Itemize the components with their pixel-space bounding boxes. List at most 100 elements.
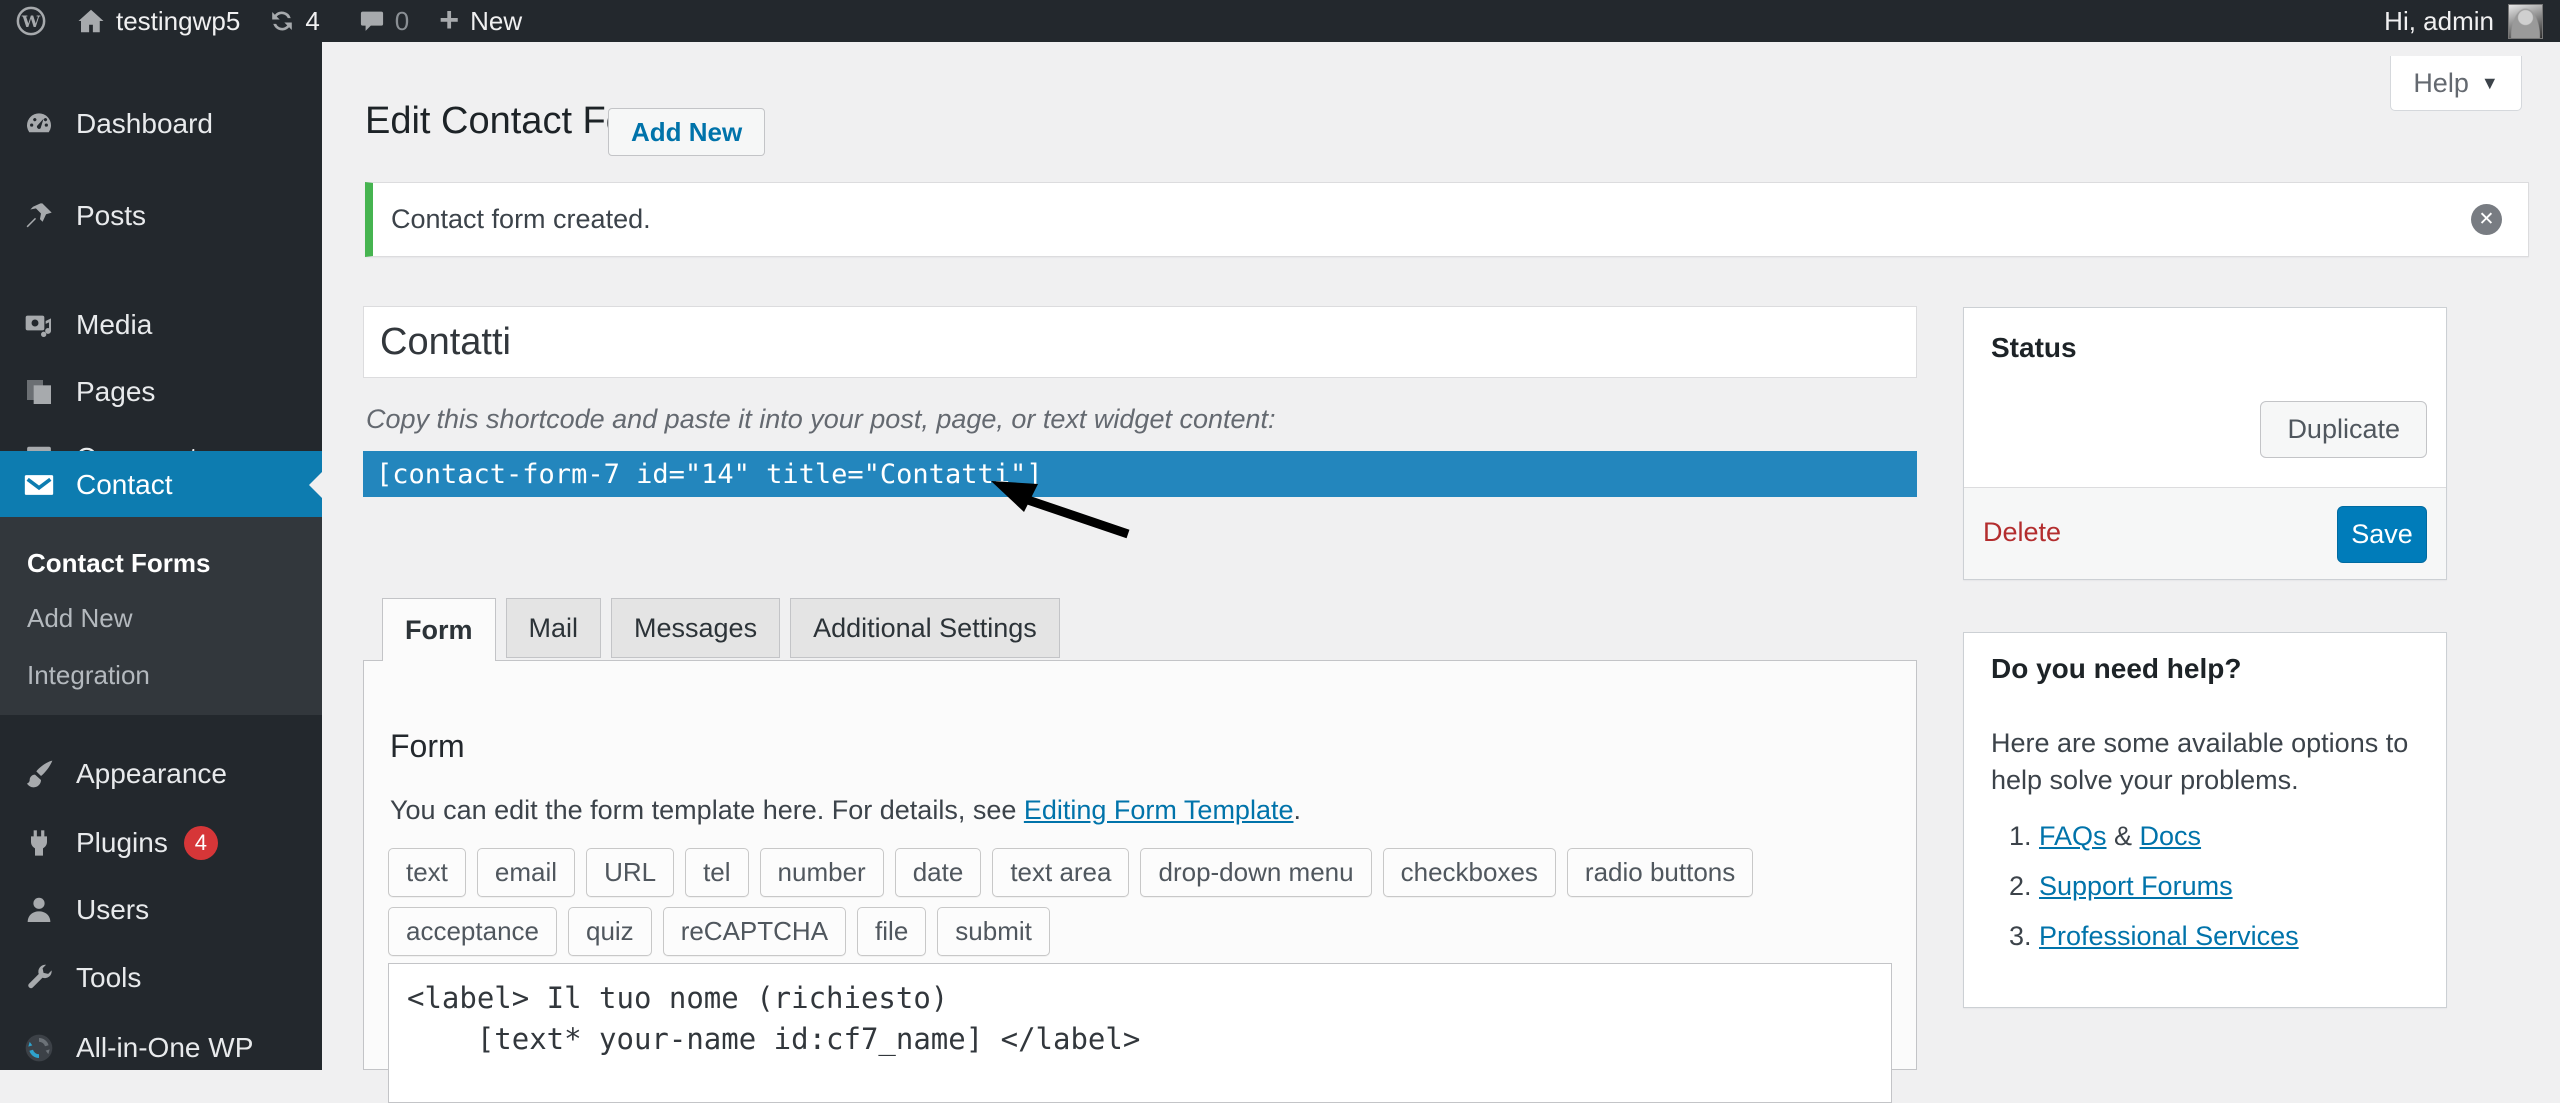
notice-text: Contact form created.: [391, 204, 651, 235]
aio-wp-icon: [22, 1031, 56, 1065]
avatar[interactable]: [2508, 4, 2543, 39]
professional-services-link[interactable]: Professional Services: [2039, 921, 2299, 951]
sidebar-item-appearance[interactable]: Appearance: [0, 740, 322, 807]
add-new-button[interactable]: Add New: [608, 108, 765, 156]
delete-link[interactable]: Delete: [1983, 517, 2061, 548]
tag-button-text-area[interactable]: text area: [992, 848, 1129, 897]
plugins-update-badge: 4: [184, 826, 218, 860]
template-line: <label> Il tuo nome (richiesto): [407, 978, 1873, 1019]
tag-button-file[interactable]: file: [857, 907, 926, 956]
tag-generator-row-2: acceptance quiz reCAPTCHA file submit: [388, 907, 1050, 956]
tag-button-email[interactable]: email: [477, 848, 575, 897]
tab-mail[interactable]: Mail: [506, 598, 602, 658]
tools-icon: [22, 961, 56, 995]
pages-icon: [22, 375, 56, 409]
envelope-icon: [22, 468, 56, 502]
pin-icon: [22, 199, 56, 233]
editing-form-template-link[interactable]: Editing Form Template: [1024, 795, 1294, 825]
docs-link[interactable]: Docs: [2140, 821, 2202, 851]
admin-bar: W testingwp5 4 0 + New Hi, admin: [0, 0, 2560, 42]
sidebar-item-label: All-in-One WP: [76, 1032, 253, 1064]
tag-button-text[interactable]: text: [388, 848, 466, 897]
new-label: New: [470, 6, 522, 37]
update-count: 4: [305, 6, 319, 37]
new-content-item[interactable]: + New: [439, 0, 522, 42]
tab-additional-settings[interactable]: Additional Settings: [790, 598, 1060, 658]
tag-button-date[interactable]: date: [895, 848, 982, 897]
tab-form[interactable]: Form: [382, 598, 496, 661]
tag-button-drop-down-menu[interactable]: drop-down menu: [1140, 848, 1371, 897]
sidebar-item-label: Tools: [76, 962, 141, 994]
duplicate-button[interactable]: Duplicate: [2260, 401, 2427, 458]
faqs-link[interactable]: FAQs: [2039, 821, 2107, 851]
editor-tabs: Form Mail Messages Additional Settings: [382, 598, 1060, 661]
comments-bubble-icon: [358, 7, 386, 35]
chevron-down-icon: ▼: [2481, 73, 2499, 94]
tag-button-tel[interactable]: tel: [685, 848, 748, 897]
site-link[interactable]: testingwp5: [76, 0, 240, 42]
users-icon: [22, 893, 56, 927]
tab-messages[interactable]: Messages: [611, 598, 780, 658]
sidebar-item-label: Contact: [76, 469, 173, 501]
help-box-intro: Here are some available options to help …: [1991, 725, 2421, 799]
status-box: Status Duplicate Delete Save: [1963, 307, 2447, 580]
tag-button-radio-buttons[interactable]: radio buttons: [1567, 848, 1753, 897]
tag-button-url[interactable]: URL: [586, 848, 674, 897]
success-notice: Contact form created. ✕: [365, 182, 2529, 257]
list-item: Professional Services: [2039, 921, 2299, 952]
sidebar-item-users[interactable]: Users: [0, 876, 322, 943]
wordpress-menu[interactable]: W: [16, 0, 46, 42]
form-template-editor[interactable]: <label> Il tuo nome (richiesto) [text* y…: [388, 963, 1892, 1103]
form-title-input[interactable]: [363, 306, 1917, 378]
tag-button-checkboxes[interactable]: checkboxes: [1383, 848, 1556, 897]
panel-description: You can edit the form template here. For…: [390, 795, 1301, 826]
updates-icon: [268, 7, 296, 35]
tag-button-acceptance[interactable]: acceptance: [388, 907, 557, 956]
sidebar-item-label: Dashboard: [76, 108, 213, 140]
site-name: testingwp5: [116, 6, 240, 37]
template-line: [text* your-name id:cf7_name] </label>: [407, 1019, 1873, 1060]
appearance-icon: [22, 757, 56, 791]
sidebar-item-plugins[interactable]: Plugins 4: [0, 809, 322, 876]
help-links-list: FAQs & Docs Support Forums Professional …: [1964, 821, 2299, 971]
sidebar-item-label: Users: [76, 894, 149, 926]
save-button[interactable]: Save: [2337, 506, 2427, 563]
tag-generator-row-1: text email URL tel number date text area…: [388, 848, 1753, 897]
panel-heading: Form: [390, 728, 465, 765]
sidebar-item-label: Pages: [76, 376, 155, 408]
submenu-item-contact-forms[interactable]: Contact Forms: [27, 543, 210, 583]
home-icon: [76, 6, 106, 36]
contact-submenu: Contact Forms Add New Integration: [0, 517, 322, 715]
comments-item[interactable]: 0: [358, 0, 409, 42]
account-greeting[interactable]: Hi, admin: [2384, 6, 2494, 37]
tag-button-number[interactable]: number: [760, 848, 884, 897]
tag-button-submit[interactable]: submit: [937, 907, 1050, 956]
description-suffix: .: [1293, 795, 1301, 825]
support-forums-link[interactable]: Support Forums: [2039, 871, 2233, 901]
plugins-icon: [22, 826, 56, 860]
sidebar-item-media[interactable]: Media: [0, 291, 322, 358]
sidebar-item-label: Posts: [76, 200, 146, 232]
sidebar-item-contact[interactable]: Contact: [0, 451, 322, 518]
help-label: Help: [2413, 68, 2469, 99]
comment-count: 0: [395, 6, 409, 37]
shortcode-bar[interactable]: [contact-form-7 id="14" title="Contatti"…: [363, 451, 1917, 497]
dashboard-icon: [22, 107, 56, 141]
sidebar-item-posts[interactable]: Posts: [0, 182, 322, 249]
sidebar-item-pages[interactable]: Pages: [0, 358, 322, 425]
dismiss-notice-button[interactable]: ✕: [2471, 204, 2502, 235]
submenu-item-integration[interactable]: Integration: [27, 655, 150, 695]
tag-button-recaptcha[interactable]: reCAPTCHA: [663, 907, 846, 956]
active-menu-notch: [309, 472, 322, 498]
sidebar-item-all-in-one-wp[interactable]: All-in-One WP: [0, 1014, 322, 1081]
sidebar-item-dashboard[interactable]: Dashboard: [0, 90, 322, 157]
shortcode-text: [contact-form-7 id="14" title="Contatti"…: [376, 459, 1042, 490]
help-box: Do you need help? Here are some availabl…: [1963, 632, 2447, 1008]
sidebar-item-label: Appearance: [76, 758, 227, 790]
updates-item[interactable]: 4: [268, 0, 319, 42]
wordpress-logo-icon: W: [16, 6, 46, 36]
submenu-item-add-new[interactable]: Add New: [27, 598, 133, 638]
help-dropdown[interactable]: Help ▼: [2390, 56, 2522, 111]
tag-button-quiz[interactable]: quiz: [568, 907, 652, 956]
sidebar-item-tools[interactable]: Tools: [0, 944, 322, 1011]
